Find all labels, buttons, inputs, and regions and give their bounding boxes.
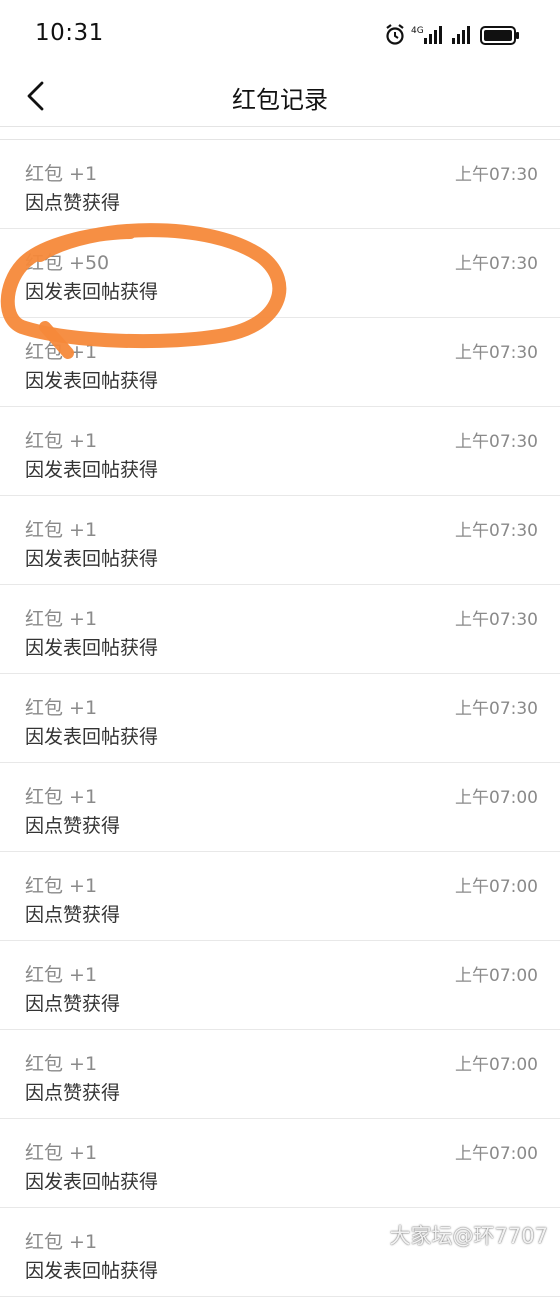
record-reason: 因发表回帖获得 (25, 726, 159, 748)
record-time: 上午07:30 (455, 699, 538, 719)
network-type-label: 4G (411, 26, 424, 36)
alarm-icon (386, 24, 404, 45)
record-time: 上午07:30 (455, 521, 538, 541)
record-amount: 红包 +1 (25, 430, 98, 452)
record-amount: 红包 +1 (25, 1231, 98, 1253)
record-time: 上午07:00 (455, 966, 538, 986)
status-time: 10:31 (35, 20, 104, 46)
status-bar: 10:31 4G (0, 0, 560, 66)
record-reason: 因点赞获得 (25, 993, 121, 1015)
list-item[interactable]: 红包 +1 因发表回帖获得 上午07:00 (0, 1119, 560, 1208)
list-item[interactable]: 红包 +1 因发表回帖获得 上午07:30 (0, 674, 560, 763)
record-time: 上午07:30 (455, 165, 538, 185)
signal-icon (424, 26, 442, 44)
list-item[interactable]: 红包 +1 因发表回帖获得 上午07:30 (0, 496, 560, 585)
list-item[interactable]: 红包 +50 因发表回帖获得 上午07:30 (0, 229, 560, 318)
list-item[interactable]: 红包 +1 因点赞获得 上午07:00 (0, 852, 560, 941)
record-reason: 因发表回帖获得 (25, 548, 159, 570)
record-reason: 因发表回帖获得 (25, 370, 159, 392)
record-amount: 红包 +1 (25, 519, 98, 541)
record-reason: 因点赞获得 (25, 815, 121, 837)
record-time: 上午07:00 (455, 1144, 538, 1164)
navigation-bar: 红包记录 (0, 66, 560, 127)
page-title: 红包记录 (232, 86, 328, 114)
record-time: 上午07:30 (455, 432, 538, 452)
record-time: 上午07:00 (455, 788, 538, 808)
record-time: 上午07:00 (455, 1055, 538, 1075)
record-reason: 因点赞获得 (25, 192, 121, 214)
status-icons: 4G (384, 22, 524, 48)
record-time: 上午07:00 (455, 877, 538, 897)
record-amount: 红包 +1 (25, 875, 98, 897)
record-amount: 红包 +1 (25, 786, 98, 808)
watermark: 大家坛@环7707 (389, 1224, 548, 1248)
record-reason: 因发表回帖获得 (25, 1171, 159, 1193)
record-list: 红包 +1 因点赞获得 上午07:30 红包 +50 因发表回帖获得 上午07:… (0, 139, 560, 1297)
record-reason: 因点赞获得 (25, 904, 121, 926)
record-reason: 因发表回帖获得 (25, 281, 159, 303)
list-item[interactable]: 红包 +1 因发表回帖获得 上午07:30 (0, 585, 560, 674)
record-amount: 红包 +1 (25, 608, 98, 630)
record-amount: 红包 +50 (25, 252, 110, 274)
list-item[interactable]: 红包 +1 因点赞获得 上午07:00 (0, 763, 560, 852)
record-reason: 因发表回帖获得 (25, 1260, 159, 1282)
signal-icon (452, 26, 470, 44)
record-amount: 红包 +1 (25, 697, 98, 719)
record-amount: 红包 +1 (25, 964, 98, 986)
record-amount: 红包 +1 (25, 1053, 98, 1075)
list-item[interactable]: 红包 +1 因点赞获得 上午07:00 (0, 1030, 560, 1119)
list-item[interactable]: 红包 +1 因发表回帖获得 上午07:30 (0, 407, 560, 496)
record-time: 上午07:30 (455, 343, 538, 363)
list-item[interactable]: 红包 +1 因点赞获得 上午07:00 (0, 941, 560, 1030)
record-amount: 红包 +1 (25, 341, 98, 363)
list-item[interactable]: 红包 +1 因点赞获得 上午07:30 (0, 140, 560, 229)
record-reason: 因点赞获得 (25, 1082, 121, 1104)
record-amount: 红包 +1 (25, 1142, 98, 1164)
record-time: 上午07:30 (455, 610, 538, 630)
record-reason: 因发表回帖获得 (25, 459, 159, 481)
list-item[interactable]: 红包 +1 因发表回帖获得 上午07:30 (0, 318, 560, 407)
record-time: 上午07:30 (455, 254, 538, 274)
record-amount: 红包 +1 (25, 163, 98, 185)
record-reason: 因发表回帖获得 (25, 637, 159, 659)
battery-icon (480, 26, 519, 45)
